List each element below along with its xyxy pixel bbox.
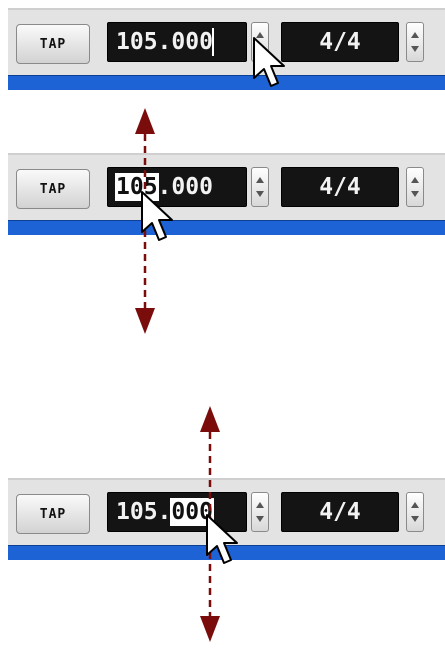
accent-bar — [8, 220, 445, 235]
chevron-down-icon[interactable] — [411, 516, 419, 522]
tempo-value: 105. — [116, 499, 172, 525]
mouse-pointer-icon — [206, 514, 238, 564]
tempo-stepper[interactable] — [251, 167, 269, 207]
time-signature-stepper[interactable] — [406, 22, 424, 62]
chevron-up-icon[interactable] — [411, 32, 419, 38]
time-signature-display[interactable]: 4/4 — [281, 22, 399, 62]
chevron-down-icon[interactable] — [256, 191, 264, 197]
tempo-value: 105.000 — [116, 29, 213, 55]
transport-panel-1: TAP 105.000 4/4 — [8, 8, 445, 90]
panel-top-edge — [8, 153, 445, 155]
tap-button[interactable]: TAP — [16, 24, 90, 64]
tap-button[interactable]: TAP — [16, 494, 90, 534]
mouse-pointer-icon — [253, 37, 285, 87]
tap-button[interactable]: TAP — [16, 169, 90, 209]
time-signature-stepper[interactable] — [406, 167, 424, 207]
mouse-pointer-icon — [141, 191, 173, 241]
time-signature-display[interactable]: 4/4 — [281, 492, 399, 532]
chevron-down-icon[interactable] — [411, 191, 419, 197]
chevron-down-icon[interactable] — [411, 46, 419, 52]
time-signature-display[interactable]: 4/4 — [281, 167, 399, 207]
chevron-up-icon[interactable] — [411, 177, 419, 183]
chevron-up-icon[interactable] — [256, 502, 264, 508]
tempo-stepper[interactable] — [251, 492, 269, 532]
chevron-down-icon[interactable] — [256, 516, 264, 522]
accent-bar — [8, 75, 445, 90]
chevron-up-icon[interactable] — [411, 502, 419, 508]
panel-top-edge — [8, 8, 445, 10]
tempo-display[interactable]: 105.000 — [107, 22, 247, 62]
time-signature-stepper[interactable] — [406, 492, 424, 532]
panel-top-edge — [8, 478, 445, 480]
chevron-up-icon[interactable] — [256, 177, 264, 183]
transport-panel-2: TAP 105.000 4/4 — [8, 153, 445, 235]
